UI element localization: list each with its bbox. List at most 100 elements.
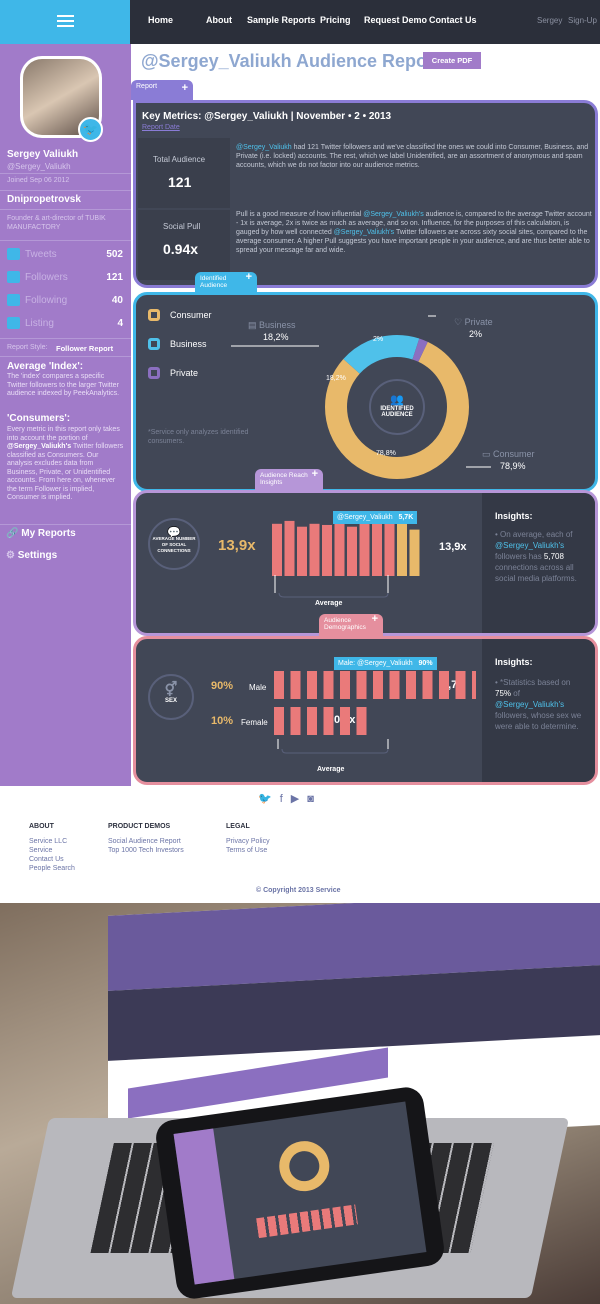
- audience-description: @Sergey_Valiukh had 121 Twitter follower…: [236, 144, 589, 169]
- profile-city: Dnipropetrovsk: [7, 194, 81, 205]
- male-bar: [422, 671, 433, 699]
- footer-link[interactable]: Privacy Policy: [226, 837, 270, 846]
- sidebar: 🐦 Sergey Valiukh @Sergey_Valiukh Joined …: [0, 44, 131, 786]
- reach-axis-label: Average: [315, 600, 343, 607]
- business-label: ▤ Business: [248, 320, 296, 330]
- consumers-text: Every metric in this report only takes i…: [7, 426, 124, 501]
- male-bar: [472, 671, 476, 699]
- footer-link[interactable]: People Search: [29, 864, 75, 873]
- page-title: @Sergey_Valiukh Audience Report: [141, 51, 440, 71]
- demo-axis-label: Average: [317, 766, 345, 773]
- reach-bar: [384, 523, 395, 576]
- male-bar: [389, 671, 400, 699]
- plus-icon: +: [181, 82, 188, 94]
- tab-audience-reach[interactable]: Audience Reach Insights +: [255, 469, 323, 491]
- reach-bar: [309, 523, 320, 576]
- tab-report[interactable]: Report +: [131, 80, 193, 100]
- twitter-icon[interactable]: 🐦: [258, 793, 280, 805]
- reach-bar: [397, 522, 407, 576]
- nav-signup[interactable]: Sign-Up: [568, 16, 597, 25]
- male-bar: [274, 671, 284, 699]
- tablet: [153, 1085, 447, 1301]
- footer-about-heading: ABOUT: [29, 823, 54, 830]
- female-bar: [323, 707, 334, 735]
- plus-icon: +: [245, 271, 252, 283]
- female-bar: [307, 707, 317, 735]
- footer-link[interactable]: Service: [29, 846, 75, 855]
- pull-description: Pull is a good measure of how influentia…: [236, 211, 592, 254]
- demo-insights: Insights: • *Statistics based on 75% of …: [482, 639, 595, 782]
- footer-demo-links: Social Audience Report Top 1000 Tech Inve…: [108, 837, 184, 855]
- create-pdf-button[interactable]: Create PDF: [423, 52, 481, 69]
- footer-demos-heading: PRODUCT DEMOS: [108, 823, 171, 830]
- donut-private-value: 2%: [373, 336, 384, 343]
- footer: 🐦f▶◙ ABOUT Service LLC Service Contact Us P…: [0, 786, 600, 903]
- reach-bar-chart: [272, 520, 420, 598]
- donut-business-value: 18,2%: [326, 375, 346, 382]
- plus-icon: +: [371, 613, 378, 625]
- demographics-panel: ⚥SEX 90% Male 10% Female 1,7x 0,2x Male:…: [133, 636, 598, 785]
- laptop-mockup-photo: [0, 903, 600, 1304]
- footer-link[interactable]: Social Audience Report: [108, 837, 184, 846]
- report-date-link[interactable]: Report Date: [142, 124, 180, 131]
- nav-pricing[interactable]: Pricing: [320, 15, 351, 25]
- report-style-value[interactable]: Follower Report: [56, 344, 113, 353]
- footer-link[interactable]: Contact Us: [29, 855, 75, 864]
- reach-tooltip: @Sergey_Valiukh 5,7K: [333, 511, 418, 524]
- copyright: © Copyright 2013 Service: [256, 887, 341, 894]
- top-nav-bar: Home About Sample Reports Pricing Reques…: [0, 0, 600, 44]
- key-metrics-title: Key Metrics: @Sergey_Valiukh | November …: [142, 111, 392, 122]
- social-pull-box: Social Pull 0.94x: [138, 210, 230, 280]
- male-bar: [439, 671, 449, 699]
- stat-listing[interactable]: Listing 4: [5, 315, 125, 333]
- youtube-icon[interactable]: ▶: [291, 793, 307, 805]
- male-bar: [455, 671, 466, 699]
- reach-bar: [359, 523, 370, 576]
- nav-sample-reports[interactable]: Sample Reports: [247, 15, 316, 25]
- reach-bar: [297, 526, 307, 576]
- tweets-icon: [7, 248, 20, 260]
- male-bar: [323, 671, 334, 699]
- profile-bio: Founder & art-director of TUBIK MANUFACT…: [7, 215, 106, 231]
- nav-about[interactable]: About: [206, 15, 232, 25]
- footer-legal-heading: LEGAL: [226, 823, 250, 830]
- stat-tweets[interactable]: Tweets 502: [5, 246, 125, 264]
- reach-bar: [334, 522, 345, 576]
- link-icon: 🔗: [6, 528, 19, 539]
- footer-link[interactable]: Service LLC: [29, 837, 75, 846]
- female-bar: [290, 707, 301, 735]
- my-reports-link[interactable]: 🔗 My Reports: [6, 528, 76, 539]
- reach-insights: Insights: • On average, each of @Sergey_…: [482, 493, 595, 633]
- tab-identified-audience[interactable]: Identified Audience +: [195, 272, 257, 292]
- private-label: ♡ Private: [454, 317, 493, 327]
- avg-index-title: Average 'Index':: [7, 361, 84, 372]
- consumer-label: ▭ Consumer: [482, 449, 535, 459]
- report-style-label: Report Style:: [7, 344, 48, 351]
- hamburger-menu-button[interactable]: [0, 0, 130, 44]
- business-value: 18,2%: [263, 332, 289, 342]
- nav-request-demo[interactable]: Request Demo: [364, 15, 427, 25]
- followers-icon: [7, 271, 20, 283]
- following-icon: [7, 294, 20, 306]
- female-bar: [356, 707, 367, 735]
- footer-link[interactable]: Terms of Use: [226, 846, 270, 855]
- settings-link[interactable]: ⚙ Settings: [6, 550, 57, 561]
- plus-icon: +: [311, 468, 318, 480]
- donut-center-label: 👥 IDENTIFIED AUDIENCE: [377, 393, 417, 418]
- reach-bar: [284, 520, 295, 576]
- tab-demographics[interactable]: Audience Demographics +: [319, 614, 383, 636]
- gear-icon: ⚙: [6, 550, 15, 561]
- menu-icon: [57, 15, 74, 17]
- male-bar: [290, 671, 301, 699]
- stat-following[interactable]: Following 40: [5, 292, 125, 310]
- female-bar: [274, 707, 284, 735]
- nav-home[interactable]: Home: [148, 15, 173, 25]
- instagram-icon[interactable]: ◙: [307, 793, 322, 805]
- nav-contact[interactable]: Contact Us: [429, 15, 477, 25]
- consumers-title: 'Consumers':: [7, 413, 71, 424]
- facebook-icon[interactable]: f: [280, 793, 291, 805]
- stat-followers[interactable]: Followers 121: [5, 269, 125, 287]
- nav-user[interactable]: Sergey: [537, 16, 562, 25]
- footer-link[interactable]: Top 1000 Tech Investors: [108, 846, 184, 855]
- reach-bar: [372, 520, 382, 576]
